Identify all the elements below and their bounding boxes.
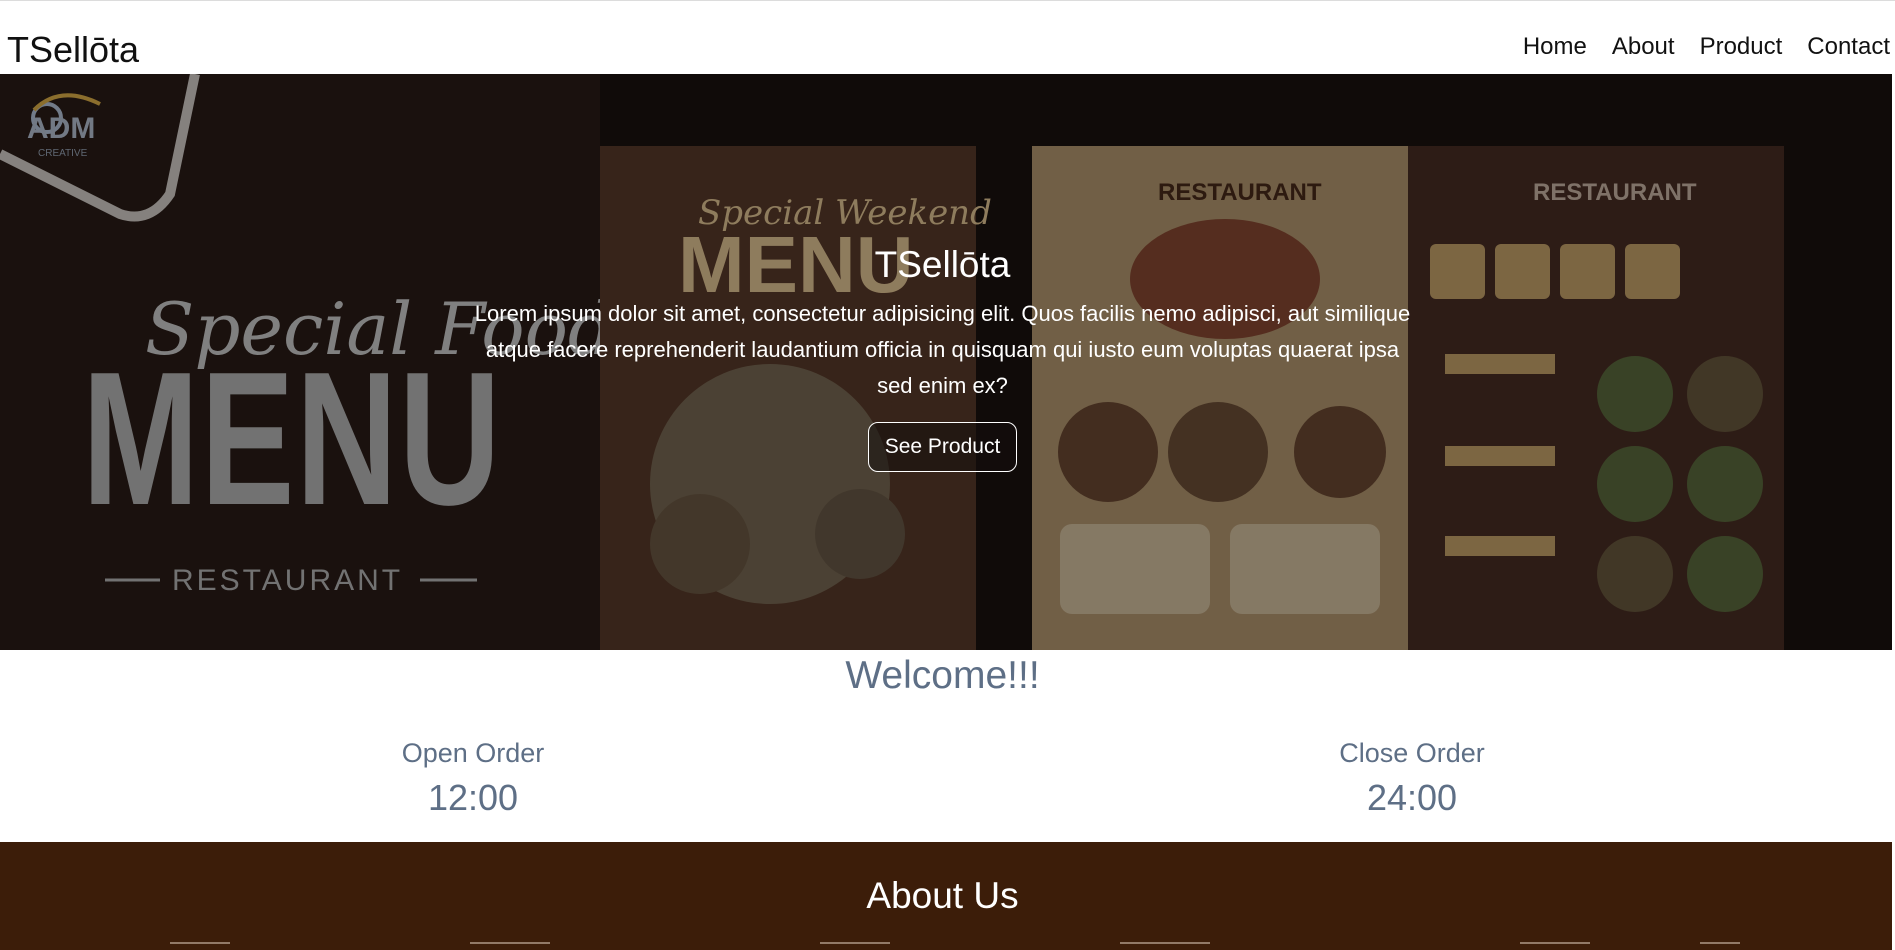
about-section: About Us: [0, 842, 1892, 950]
hero-description: Lorem ipsum dolor sit amet, consectetur …: [474, 301, 1411, 398]
close-order-time: 24:00: [1366, 777, 1458, 818]
navbar: TSellōta Home About Product Contact: [0, 1, 1895, 74]
open-order-time: 12:00: [427, 777, 519, 818]
hero-banner: ADM CREATIVE Special Food MENU RESTAURAN…: [0, 74, 1892, 650]
open-order-label: Open Order: [401, 738, 545, 768]
open-order-block: Open Order 12:00: [323, 738, 623, 819]
hero-title: TSellōta: [874, 244, 1011, 285]
close-order-block: Close Order 24:00: [1262, 738, 1562, 819]
brand-logo[interactable]: TSellōta: [7, 29, 139, 71]
about-text-cutoff: [0, 942, 1885, 950]
nav-product-link[interactable]: Product: [1700, 33, 1783, 61]
about-title: About Us: [866, 875, 1019, 916]
hero-content: TSellōta Lorem ipsum dolor sit amet, con…: [470, 244, 1415, 472]
nav-home-link[interactable]: Home: [1523, 33, 1587, 61]
nav-about-link[interactable]: About: [1612, 33, 1675, 61]
welcome-section: Welcome!!! Open Order 12:00 Close Order …: [0, 650, 1892, 842]
welcome-title: Welcome!!!: [845, 654, 1040, 697]
close-order-label: Close Order: [1339, 738, 1485, 768]
see-product-button[interactable]: See Product: [867, 422, 1018, 472]
main-nav: Home About Product Contact: [1523, 33, 1890, 61]
nav-contact-link[interactable]: Contact: [1807, 33, 1890, 61]
